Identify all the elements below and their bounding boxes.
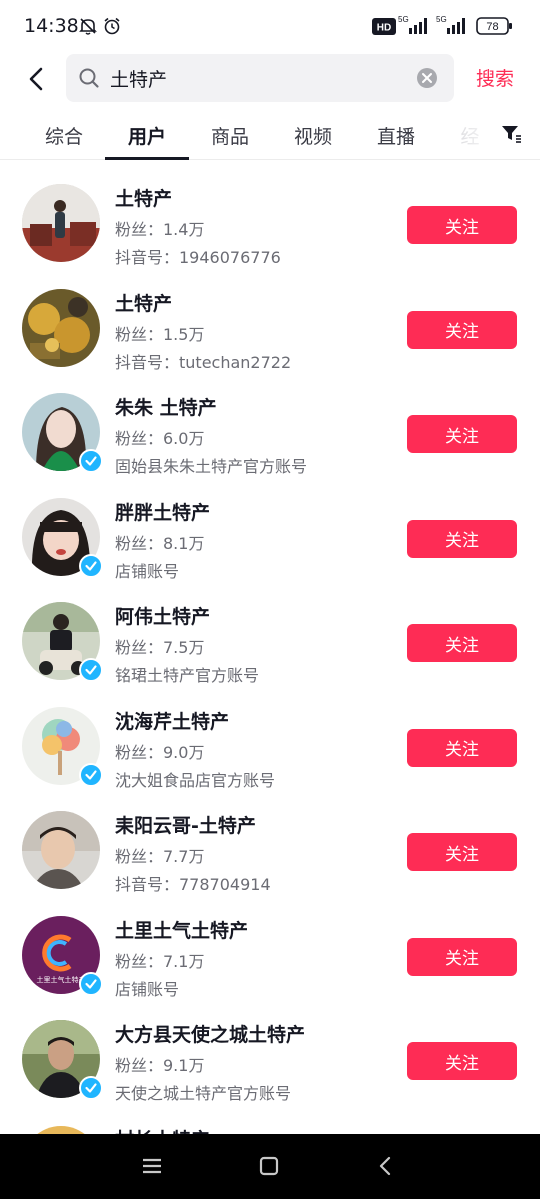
user-desc: 抖音号：1946076776 (115, 248, 281, 267)
search-tabs: 综合 用户 商品 视频 直播 经 (0, 108, 540, 160)
partial-user-row[interactable]: 村长土特产 (0, 1116, 540, 1134)
user-row[interactable]: 耒阳云哥-土特产 粉丝：7.7万 抖音号：778704914 关注 (0, 797, 540, 902)
follow-button[interactable]: 关注 (407, 1042, 517, 1080)
search-header: 土特产 搜索 (0, 52, 540, 106)
user-row[interactable]: 朱朱 土特产 粉丝：6.0万 固始县朱朱土特产官方账号 关注 (0, 379, 540, 484)
status-time: 14:38 (24, 15, 79, 37)
tab-videos[interactable]: 视频 (271, 122, 355, 149)
status-bar: 14:38 HD 5G 5G 78 (0, 0, 540, 52)
verified-badge (79, 553, 103, 578)
avatar[interactable] (22, 184, 100, 262)
battery-level: 78 (486, 21, 498, 33)
follow-button[interactable]: 关注 (407, 937, 517, 976)
user-desc: 店铺账号 (115, 561, 180, 581)
tab-comprehensive[interactable]: 综合 (22, 122, 106, 149)
user-row[interactable]: 土特产 粉丝：1.5万 抖音号：tutechan2722 关注 (0, 275, 540, 380)
user-fans: 粉丝：1.4万 (115, 220, 205, 239)
filter-icon[interactable] (500, 122, 522, 148)
user-desc: 固始县朱朱土特产官方账号 (115, 457, 308, 476)
mute-bell-icon (78, 16, 98, 40)
user-fans: 粉丝：7.7万 (115, 847, 205, 866)
avatar[interactable] (22, 811, 100, 889)
user-row[interactable]: 胖胖土特产 粉丝：8.1万 店铺账号 关注 (0, 484, 540, 589)
verified-check-icon (85, 1083, 97, 1093)
user-fans: 粉丝：7.5万 (115, 638, 205, 657)
verified-check-icon (85, 560, 97, 571)
user-fans: 粉丝：6.0万 (115, 429, 205, 448)
search-icon (78, 67, 100, 93)
follow-button[interactable]: 关注 (407, 206, 517, 244)
user-desc: 沈大姐食品店官方账号 (115, 770, 276, 790)
user-fans: 粉丝：8.1万 (115, 533, 205, 553)
verified-check-icon (85, 456, 97, 466)
verified-badge (79, 762, 103, 787)
user-fans: 粉丝：9.0万 (115, 742, 205, 762)
network-a-label: 5G (398, 15, 409, 24)
user-name: 朱朱 土特产 (115, 397, 217, 419)
hd-label: HD (377, 23, 391, 34)
user-fans: 粉丝：9.1万 (115, 1056, 205, 1075)
follow-button[interactable]: 关注 (407, 310, 517, 349)
user-name: 大方县天使之城土特产 (115, 1024, 306, 1046)
signal-5g-icon-2: 5G (436, 14, 470, 40)
hd-icon: HD (372, 18, 396, 39)
verified-check-icon (85, 665, 97, 675)
battery-icon: 78 (476, 17, 514, 39)
verified-badge (79, 971, 103, 996)
verified-badge (79, 449, 103, 473)
alarm-icon (102, 16, 122, 40)
verified-check-icon (85, 769, 97, 780)
user-fans: 粉丝：1.5万 (115, 324, 205, 344)
user-name: 阿伟土特产 (115, 606, 211, 628)
clear-icon[interactable] (416, 67, 438, 93)
home-square-icon[interactable] (257, 1154, 283, 1180)
tab-products[interactable]: 商品 (188, 122, 272, 149)
follow-button[interactable]: 关注 (407, 833, 517, 871)
back-nav-icon[interactable] (374, 1154, 400, 1180)
user-name: 土特产 (115, 292, 173, 315)
avatar[interactable] (22, 1126, 100, 1134)
user-desc: 店铺账号 (115, 979, 180, 999)
avatar[interactable] (22, 288, 100, 367)
verified-check-icon (85, 978, 97, 989)
user-name: 胖胖土特产 (115, 501, 211, 524)
tab-live[interactable]: 直播 (354, 122, 438, 149)
user-desc: 天使之城土特产官方账号 (115, 1084, 292, 1103)
follow-button[interactable]: 关注 (407, 415, 517, 453)
follow-button[interactable]: 关注 (407, 519, 517, 558)
user-row[interactable]: 土里土气土特产 土里土气土特产 粉丝：7.1万 店铺账号 关注 (0, 902, 540, 1007)
search-input[interactable]: 土特产 (66, 54, 454, 102)
user-desc: 铭珺土特产官方账号 (115, 666, 260, 685)
search-query: 土特产 (110, 69, 168, 91)
user-row[interactable]: 阿伟土特产 粉丝：7.5万 铭珺土特产官方账号 关注 (0, 588, 540, 693)
user-name: 耒阳云哥-土特产 (115, 815, 256, 837)
user-desc: 抖音号：tutechan2722 (115, 352, 292, 372)
search-button[interactable]: 搜索 (476, 64, 514, 91)
active-tab-indicator (105, 157, 189, 160)
user-name: 土里土气土特产 (115, 919, 249, 942)
tab-users[interactable]: 用户 (105, 122, 189, 149)
follow-button[interactable]: 关注 (407, 624, 517, 662)
system-nav-bar (0, 1134, 540, 1199)
back-button[interactable] (20, 62, 54, 96)
follow-button[interactable]: 关注 (407, 728, 517, 767)
signal-5g-icon: 5G (398, 14, 432, 40)
menu-icon[interactable] (140, 1154, 166, 1180)
user-row[interactable]: 沈海芹土特产 粉丝：9.0万 沈大姐食品店官方账号 关注 (0, 693, 540, 798)
user-name: 村长土特产 (115, 1125, 210, 1134)
user-row[interactable]: 大方县天使之城土特产 粉丝：9.1万 天使之城土特产官方账号 关注 (0, 1006, 540, 1111)
user-fans: 粉丝：7.1万 (115, 951, 205, 971)
verified-badge (79, 1076, 103, 1100)
user-row[interactable]: 土特产 粉丝：1.4万 抖音号：1946076776 关注 (0, 170, 540, 275)
user-name: 沈海芹土特产 (115, 710, 230, 733)
back-arrow-icon (29, 67, 43, 91)
user-name: 土特产 (115, 188, 173, 210)
tab-fade-overlay (440, 108, 500, 158)
user-desc: 抖音号：778704914 (115, 875, 271, 894)
verified-badge (79, 658, 103, 682)
network-b-label: 5G (436, 15, 447, 24)
